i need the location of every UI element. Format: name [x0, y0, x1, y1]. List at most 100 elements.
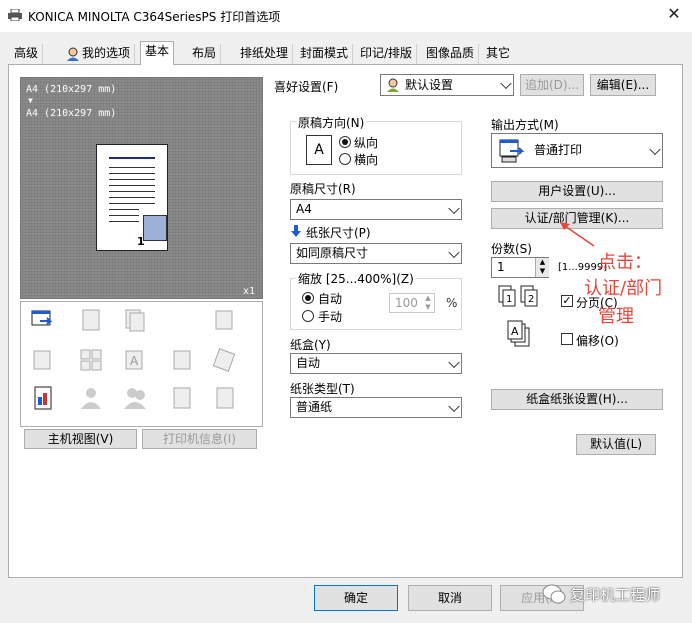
tab-cover-mode[interactable]: 封面模式 [296, 44, 354, 64]
watermark-icon [170, 347, 196, 373]
collate-icon: 12 [497, 284, 545, 312]
favorites-value: 默认设置 [405, 78, 454, 92]
watermark-text: 复印机工程师 [570, 586, 661, 604]
close-icon[interactable]: ✕ [664, 4, 684, 24]
favorites-select[interactable]: 默认设置 [380, 74, 514, 96]
annotation-line1: 点击： [598, 252, 652, 273]
preview-page: 1 [96, 144, 168, 251]
tab-advanced[interactable]: 高级 [10, 44, 44, 64]
preview-copies: x1 [243, 286, 256, 297]
window-title: KONICA MINOLTA C364SeriesPS 打印首选项 [28, 10, 281, 24]
zoom-auto-label: 自动 [318, 292, 343, 306]
portrait-page-icon: A [306, 135, 332, 165]
original-size-value: A4 [296, 202, 312, 216]
preview-original-size: A4 (210x297 mm) [26, 84, 117, 95]
offset-label: 偏移(O) [576, 334, 619, 348]
tab-stamp[interactable]: 印记/排版 [356, 44, 418, 64]
printer-app-icon [8, 8, 22, 22]
tab-other[interactable]: 其它 [482, 44, 514, 64]
offset-icon: A [507, 320, 533, 350]
tab-finishing[interactable]: 排纸处理 [236, 44, 294, 64]
paper-size-label: 纸张尺寸(P) [306, 226, 371, 240]
combine-icon [78, 347, 104, 373]
original-size-label: 原稿尺寸(R) [290, 182, 356, 196]
landscape-radio[interactable] [339, 153, 351, 165]
chevron-down-icon [448, 400, 460, 412]
arrow-down-icon [291, 225, 301, 237]
normal-print-icon [498, 138, 526, 164]
output-method-label: 输出方式(M) [491, 118, 559, 132]
tray-value: 自动 [296, 356, 321, 370]
form-icon [170, 385, 196, 411]
zoom-spinner[interactable]: ▲ ▼ [422, 294, 434, 312]
annotation-line3: 管理 [598, 306, 634, 327]
tab-my-options-label: 我的选项 [82, 46, 131, 60]
chevron-down-icon [448, 246, 460, 258]
tab-image-quality[interactable]: 图像品质 [422, 44, 480, 64]
cover-icon [30, 385, 56, 411]
chevron-down-icon [448, 202, 460, 214]
offset-checkbox[interactable] [561, 333, 573, 345]
output-method-value: 普通打印 [534, 143, 583, 157]
paper-size-select[interactable]: 如同原稿尺寸 [290, 243, 462, 264]
tray-label: 纸盒(Y) [290, 338, 331, 352]
user-icon [66, 47, 80, 61]
zoom-manual-radio[interactable] [302, 310, 314, 322]
cancel-button[interactable]: 取消 [408, 585, 492, 611]
layout-icon [122, 307, 148, 333]
svg-text:1: 1 [506, 294, 512, 305]
svg-text:2: 2 [528, 294, 534, 305]
secure-print-icon [212, 347, 238, 373]
zoom-value: 100 [395, 296, 418, 310]
user-settings-button[interactable]: 用户设置(U)... [491, 181, 663, 202]
defaults-button[interactable]: 默认值(L) [576, 434, 656, 455]
annotation-line2: 认证/部门 [584, 278, 663, 299]
preview-paper-size: A4 (210x297 mm) [26, 108, 117, 119]
printer-info-button[interactable]: 打印机信息(I) [142, 429, 257, 449]
preview-arrow-icon: ▼ [28, 96, 33, 105]
zoom-manual-label: 手动 [318, 310, 343, 324]
collate-checkbox[interactable]: ✓ [561, 295, 573, 307]
chevron-down-icon [500, 77, 512, 90]
add-favorite-button[interactable]: 追加(D)... [520, 74, 584, 96]
preview-page-number: 1 [137, 235, 145, 248]
zoom-label: 缩放 [25...400%](Z) [296, 270, 416, 287]
user-auth-icon [78, 385, 104, 411]
text-stamp-icon: A [122, 347, 148, 373]
svg-text:A: A [130, 354, 139, 368]
annotation-arrow-icon [556, 218, 596, 248]
paper-type-select[interactable]: 普通纸 [290, 397, 462, 418]
tab-basic[interactable]: 基本 [140, 41, 175, 65]
edit-favorite-button[interactable]: 编辑(E)... [590, 74, 656, 96]
chevron-down-icon [448, 356, 460, 368]
tray-paper-settings-button[interactable]: 纸盒纸张设置(H)... [491, 389, 663, 410]
account-track-icon [122, 385, 148, 411]
paper-size-value: 如同原稿尺寸 [296, 246, 369, 260]
orientation-label: 原稿方向(N) [296, 114, 367, 131]
tray-select[interactable]: 自动 [290, 353, 462, 374]
ok-button[interactable]: 确定 [314, 585, 398, 611]
paper-type-label: 纸张类型(T) [290, 382, 355, 396]
chevron-down-icon [649, 143, 661, 155]
landscape-label: 横向 [354, 153, 379, 167]
portrait-radio[interactable] [339, 136, 351, 148]
portrait-label: 纵向 [354, 136, 379, 150]
zoom-auto-radio[interactable] [302, 292, 314, 304]
paper-type-value: 普通纸 [296, 400, 333, 414]
print-mode-icon[interactable] [30, 307, 56, 333]
original-size-select[interactable]: A4 [290, 199, 462, 220]
staple-icon [212, 307, 238, 333]
wechat-icon [542, 583, 566, 605]
tab-layout[interactable]: 布局 [188, 44, 222, 64]
zoom-unit: % [446, 296, 458, 310]
host-view-button[interactable]: 主机视图(V) [24, 429, 137, 449]
copies-label: 份数(S) [491, 242, 532, 256]
favorites-icon [386, 78, 400, 92]
copies-spinner[interactable]: ▲ ▼ [535, 258, 549, 277]
duplex-icon [30, 347, 56, 373]
svg-text:A: A [511, 325, 519, 338]
favorites-label: 喜好设置(F) [274, 80, 339, 94]
paper-stack-icon [212, 385, 238, 411]
booklet-icon [78, 307, 104, 333]
copies-value: 1 [497, 260, 505, 274]
